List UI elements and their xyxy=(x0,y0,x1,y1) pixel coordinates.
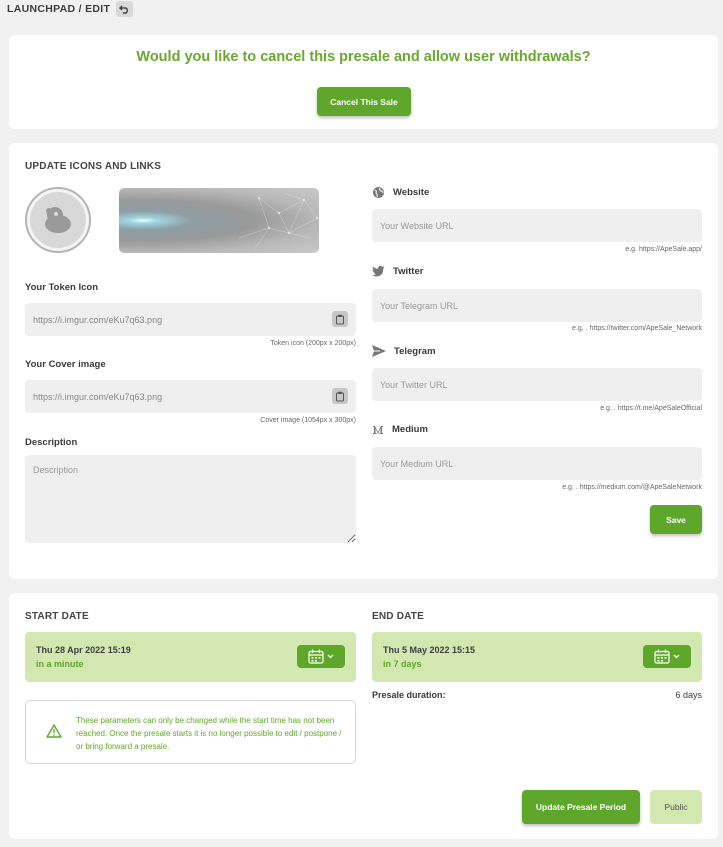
duration-label: Presale duration: xyxy=(372,690,446,700)
notice-box: These parameters can only be changed whi… xyxy=(25,700,356,764)
update-links-card: UPDATE ICONS AND LINKS Your Token Icon h… xyxy=(9,143,718,579)
token-icon-field xyxy=(25,303,356,336)
medium-field xyxy=(372,447,702,480)
telegram-input[interactable] xyxy=(372,368,702,401)
cover-input[interactable] xyxy=(25,380,356,413)
update-presale-period-button[interactable]: Update Presale Period xyxy=(522,790,640,824)
cover-label: Your Cover image xyxy=(25,359,106,370)
clipboard-icon xyxy=(336,314,344,324)
send-icon xyxy=(372,345,386,357)
section-title: UPDATE ICONS AND LINKS xyxy=(25,161,162,172)
medium-hint: e.g. . https://medium.com/@ApeSaleNetwor… xyxy=(562,484,702,491)
cover-image-preview xyxy=(119,188,319,253)
twitter-input[interactable] xyxy=(372,289,702,322)
end-date-picker-button[interactable] xyxy=(643,645,691,668)
back-button[interactable] xyxy=(116,1,133,17)
token-avatar xyxy=(25,187,91,253)
save-button[interactable]: Save xyxy=(650,505,702,534)
token-icon-hint: Token icon (200px x 200px) xyxy=(270,340,356,347)
telegram-label: Telegram xyxy=(372,345,436,357)
medium-icon xyxy=(373,425,383,434)
start-date-value: Thu 28 Apr 2022 15:19 xyxy=(36,645,131,655)
telegram-hint: e.g. . https://t.me/ApeSaleOfficial xyxy=(600,405,702,412)
ape-logo-icon xyxy=(45,207,71,233)
twitter-field xyxy=(372,289,702,322)
paste-button[interactable] xyxy=(332,388,348,404)
cover-field xyxy=(25,380,356,413)
website-label: Website xyxy=(372,186,429,199)
twitter-icon xyxy=(372,266,385,277)
breadcrumb: LAUNCHPAD / EDIT xyxy=(7,3,111,15)
end-date-relative: in 7 days xyxy=(383,659,422,669)
medium-input[interactable] xyxy=(372,447,702,480)
twitter-hint: e.g. . https://twitter.com/ApeSale_Netwo… xyxy=(572,325,702,332)
description-input[interactable] xyxy=(25,455,356,543)
calendar-icon xyxy=(654,649,670,664)
end-date-value: Thu 5 May 2022 15:15 xyxy=(383,645,476,655)
notice-text: These parameters can only be changed whi… xyxy=(76,716,342,751)
description-field xyxy=(25,455,356,543)
website-input[interactable] xyxy=(372,209,702,242)
paste-button[interactable] xyxy=(332,311,348,327)
twitter-label: Twitter xyxy=(372,266,423,277)
description-label: Description xyxy=(25,437,78,448)
chevron-down-icon xyxy=(327,654,334,659)
start-date-title: START DATE xyxy=(25,611,89,622)
chevron-down-icon xyxy=(673,654,680,659)
cancel-question: Would you like to cancel this presale an… xyxy=(136,49,591,65)
website-hint: e.g. https://ApeSale.app/ xyxy=(625,246,702,253)
cancel-card: Would you like to cancel this presale an… xyxy=(9,35,718,129)
globe-icon xyxy=(373,187,384,198)
token-icon-label: Your Token Icon xyxy=(25,282,99,293)
public-button[interactable]: Public xyxy=(650,790,702,824)
cancel-sale-button[interactable]: Cancel This Sale xyxy=(317,87,411,116)
duration-value: 6 days xyxy=(675,690,702,700)
presale-dates-card: START DATE Thu 28 Apr 2022 15:19 in a mi… xyxy=(9,593,718,839)
start-date-picker-button[interactable] xyxy=(297,645,345,668)
token-icon-input[interactable] xyxy=(25,303,356,336)
warning-icon xyxy=(46,724,62,738)
clipboard-icon xyxy=(336,391,344,401)
calendar-icon xyxy=(308,649,324,664)
cover-hint: Cover image (1054px x 300px) xyxy=(260,417,356,424)
start-date-box: Thu 28 Apr 2022 15:19 in a minute xyxy=(25,632,356,682)
medium-label: Medium xyxy=(372,424,428,435)
start-date-relative: in a minute xyxy=(36,659,84,669)
end-date-title: END DATE xyxy=(372,611,424,622)
undo-icon xyxy=(119,5,128,14)
telegram-field xyxy=(372,368,702,401)
end-date-box: Thu 5 May 2022 15:15 in 7 days xyxy=(372,632,702,682)
network-pattern-image xyxy=(238,192,319,251)
website-field xyxy=(372,209,702,242)
